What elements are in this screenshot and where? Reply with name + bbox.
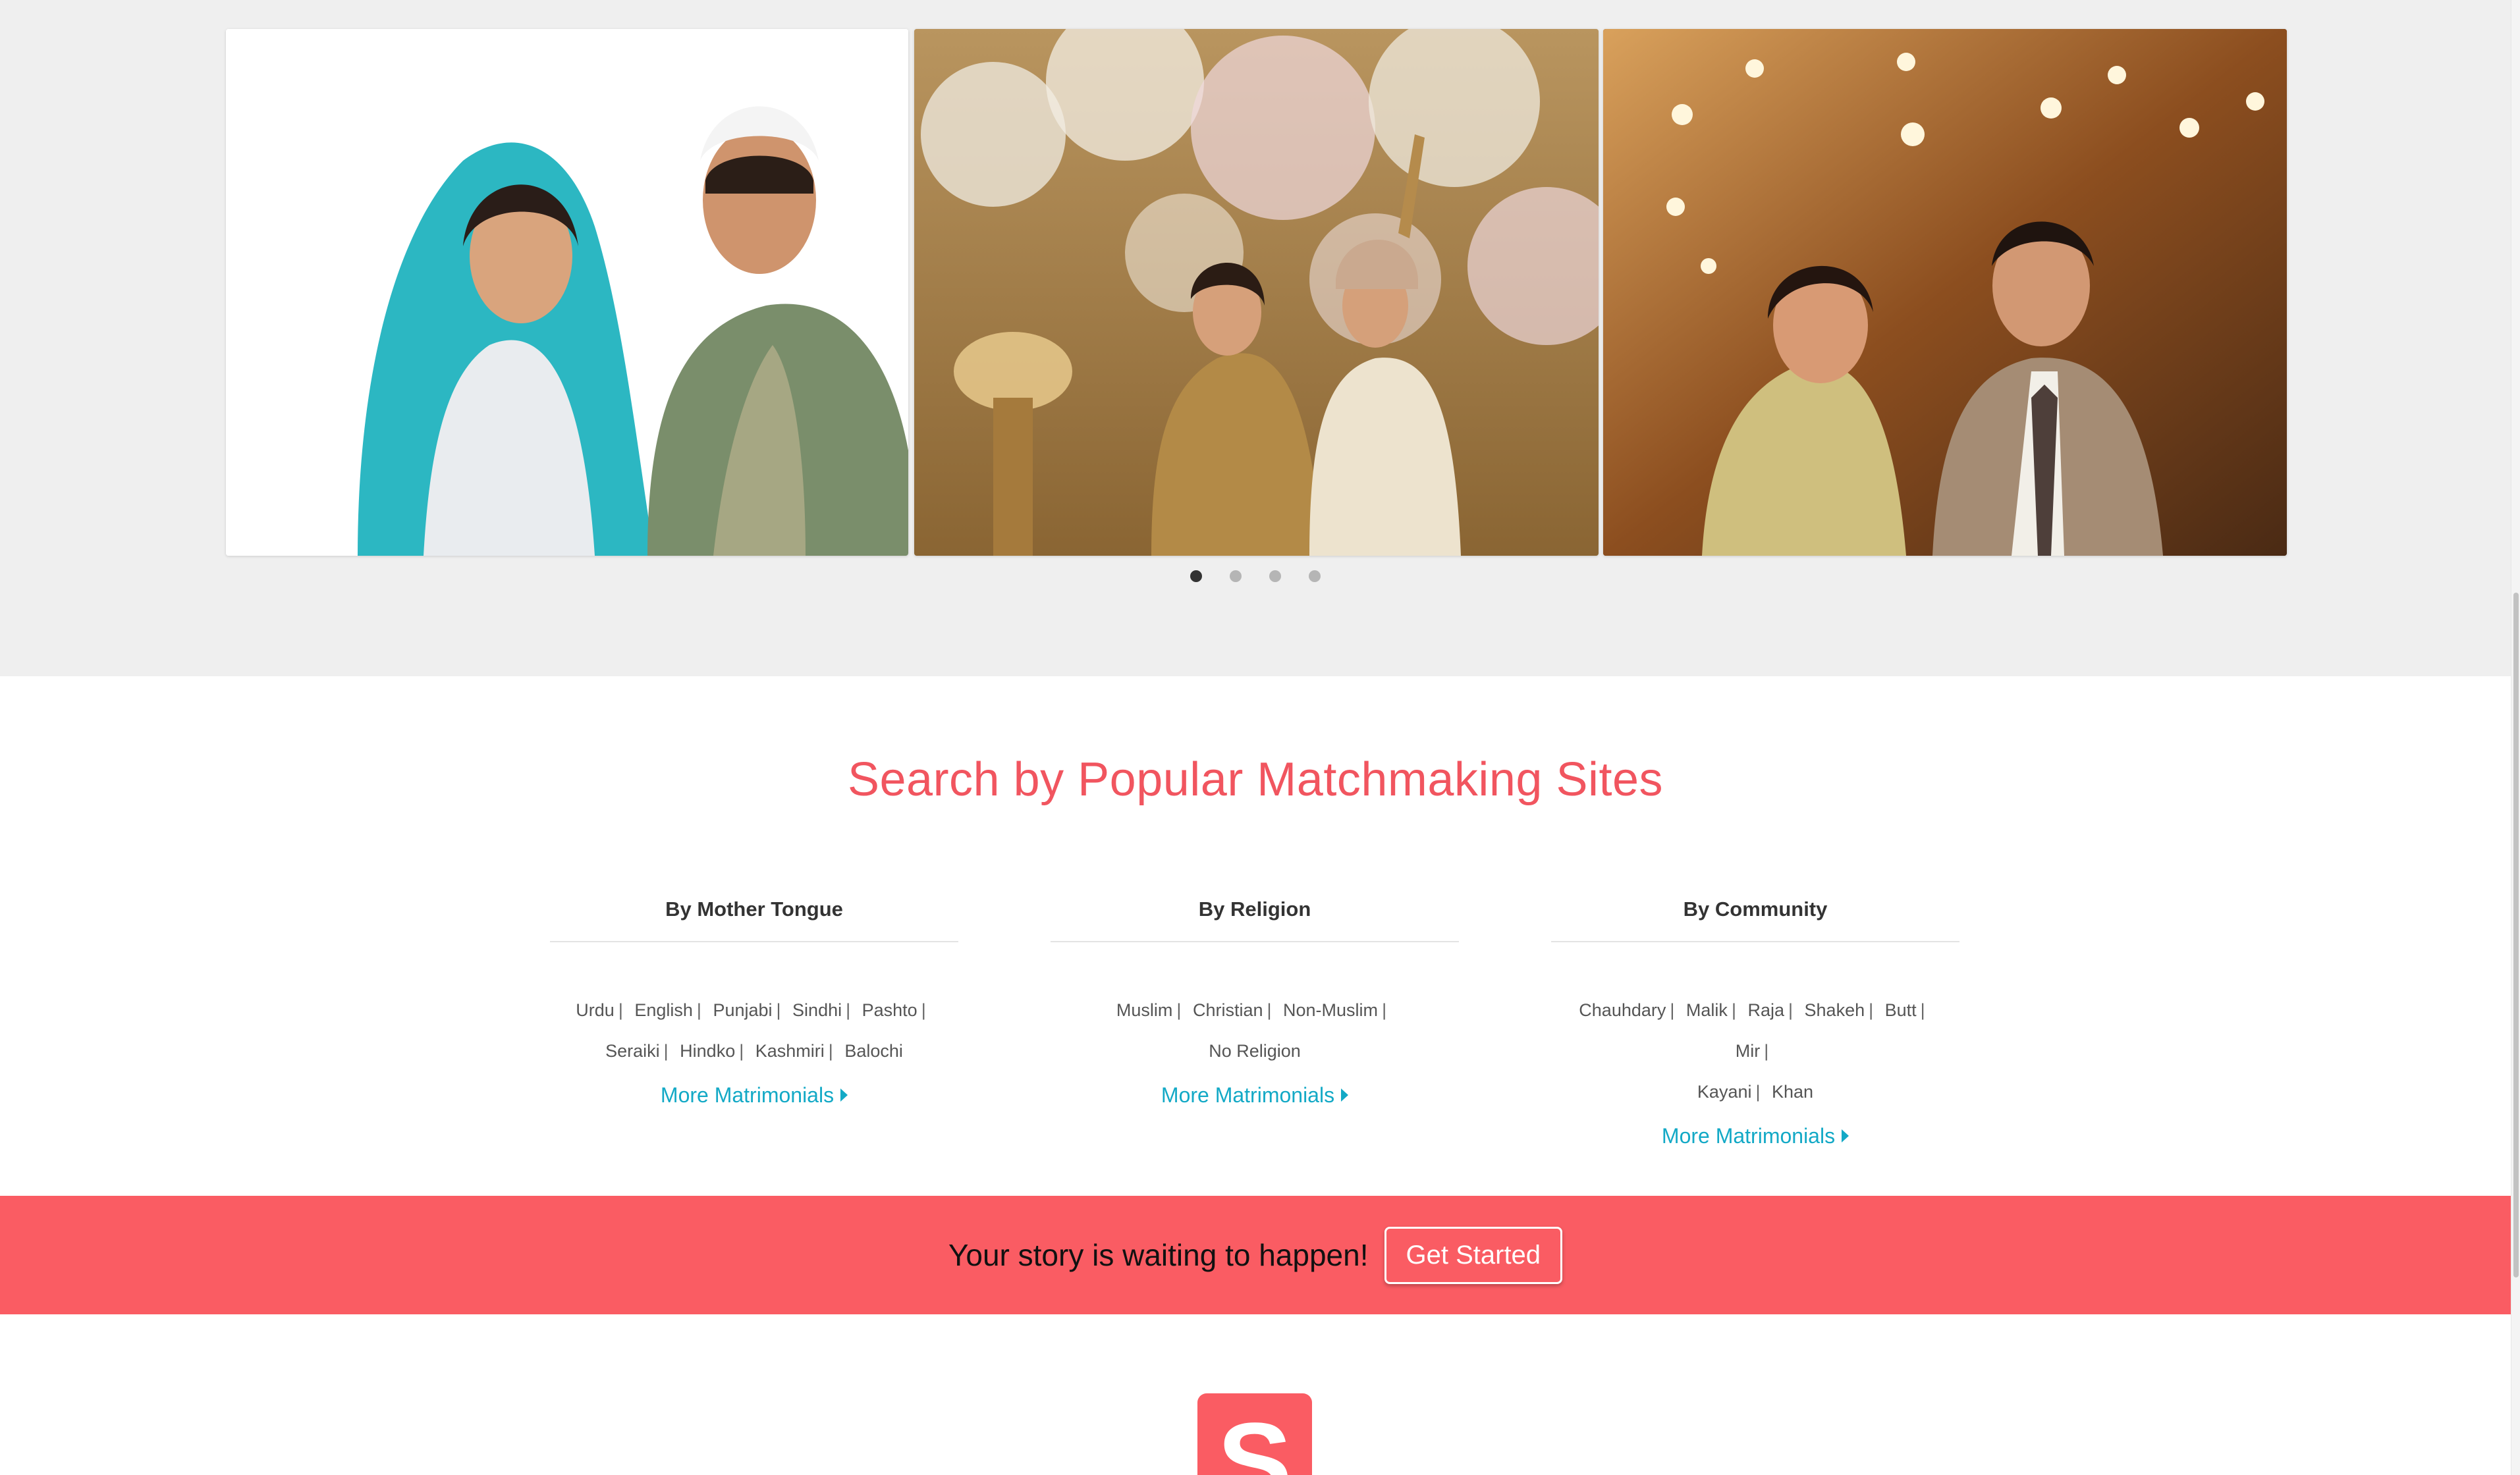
more-matrimonials-link[interactable]: More Matrimonials — [661, 1083, 848, 1108]
get-started-button[interactable]: Get Started — [1384, 1226, 1563, 1284]
link-kayani[interactable]: Kayani — [1697, 1082, 1752, 1102]
link-non-muslim[interactable]: Non-Muslim — [1283, 1000, 1378, 1020]
link-punjabi[interactable]: Punjabi — [713, 1000, 772, 1020]
cta-band: Your story is waiting to happen! Get Sta… — [0, 1196, 2511, 1314]
link-urdu[interactable]: Urdu — [576, 1000, 615, 1020]
carousel-dot-1[interactable] — [1190, 570, 1202, 582]
link-kashmiri[interactable]: Kashmiri — [755, 1041, 825, 1061]
link-shakeh[interactable]: Shakeh — [1805, 1000, 1865, 1020]
link-list: Chauhdary | Malik | Raja | Shakeh | Butt | Mi… — [1579, 1000, 1925, 1102]
link-list: Muslim | Christian | Non-Muslim | No Religi… — [1116, 1000, 1387, 1061]
search-section: Search by Popular Matchmaking Sites By M… — [0, 676, 2511, 1196]
scrollbar-thumb[interactable] — [2513, 593, 2519, 1277]
column-heading: By Mother Tongue — [550, 898, 958, 942]
link-balochi[interactable]: Balochi — [844, 1041, 903, 1061]
caret-right-icon — [1341, 1088, 1349, 1102]
link-sindhi[interactable]: Sindhi — [792, 1000, 842, 1020]
couple-photo-3 — [1603, 29, 2287, 556]
link-list: Urdu | English | Punjabi | Sindhi | Pashto | … — [576, 1000, 926, 1061]
scrollbar[interactable] — [2511, 0, 2520, 1475]
link-seraiki[interactable]: Seraiki — [605, 1041, 660, 1061]
link-butt[interactable]: Butt — [1885, 1000, 1917, 1020]
couple-photo-2 — [914, 29, 1599, 556]
link-christian[interactable]: Christian — [1193, 1000, 1263, 1020]
logo[interactable]: S — [1197, 1393, 1312, 1475]
carousel — [0, 0, 2511, 676]
carousel-slide[interactable] — [914, 29, 1599, 556]
footer: S — [0, 1314, 2511, 1475]
logo-letter: S — [1217, 1400, 1292, 1475]
link-hindko[interactable]: Hindko — [680, 1041, 735, 1061]
more-matrimonials-link[interactable]: More Matrimonials — [1662, 1124, 1849, 1148]
column-heading: By Religion — [1051, 898, 1459, 942]
carousel-slide[interactable] — [226, 29, 908, 556]
link-muslim[interactable]: Muslim — [1116, 1000, 1173, 1020]
link-no-religion[interactable]: No Religion — [1209, 1041, 1301, 1061]
carousel-dots — [0, 570, 2511, 586]
cta-text: Your story is waiting to happen! — [948, 1238, 1369, 1272]
caret-right-icon — [840, 1088, 848, 1102]
link-raja[interactable]: Raja — [1747, 1000, 1784, 1020]
link-pashto[interactable]: Pashto — [862, 1000, 918, 1020]
page: Search by Popular Matchmaking Sites By M… — [0, 0, 2520, 1475]
column-community: By Community Chauhdary | Malik | Raja | Sha… — [1551, 898, 1959, 1148]
section-title: Search by Popular Matchmaking Sites — [847, 753, 1664, 806]
link-english[interactable]: English — [634, 1000, 693, 1020]
link-mir[interactable]: Mir — [1736, 1041, 1760, 1061]
carousel-dot-3[interactable] — [1269, 570, 1281, 582]
couple-photo-1 — [226, 29, 908, 556]
link-khan[interactable]: Khan — [1772, 1082, 1813, 1102]
caret-right-icon — [1842, 1129, 1849, 1142]
more-matrimonials-link[interactable]: More Matrimonials — [1161, 1083, 1349, 1108]
carousel-dot-2[interactable] — [1230, 570, 1242, 582]
column-heading: By Community — [1551, 898, 1959, 942]
column-religion: By Religion Muslim | Christian | Non-Musli… — [1051, 898, 1459, 1108]
link-malik[interactable]: Malik — [1686, 1000, 1728, 1020]
link-chauhdary[interactable]: Chauhdary — [1579, 1000, 1666, 1020]
carousel-dot-4[interactable] — [1309, 570, 1321, 582]
column-mother-tongue: By Mother Tongue Urdu | English | Punjabi |… — [550, 898, 958, 1108]
carousel-slide[interactable] — [1603, 29, 2287, 556]
